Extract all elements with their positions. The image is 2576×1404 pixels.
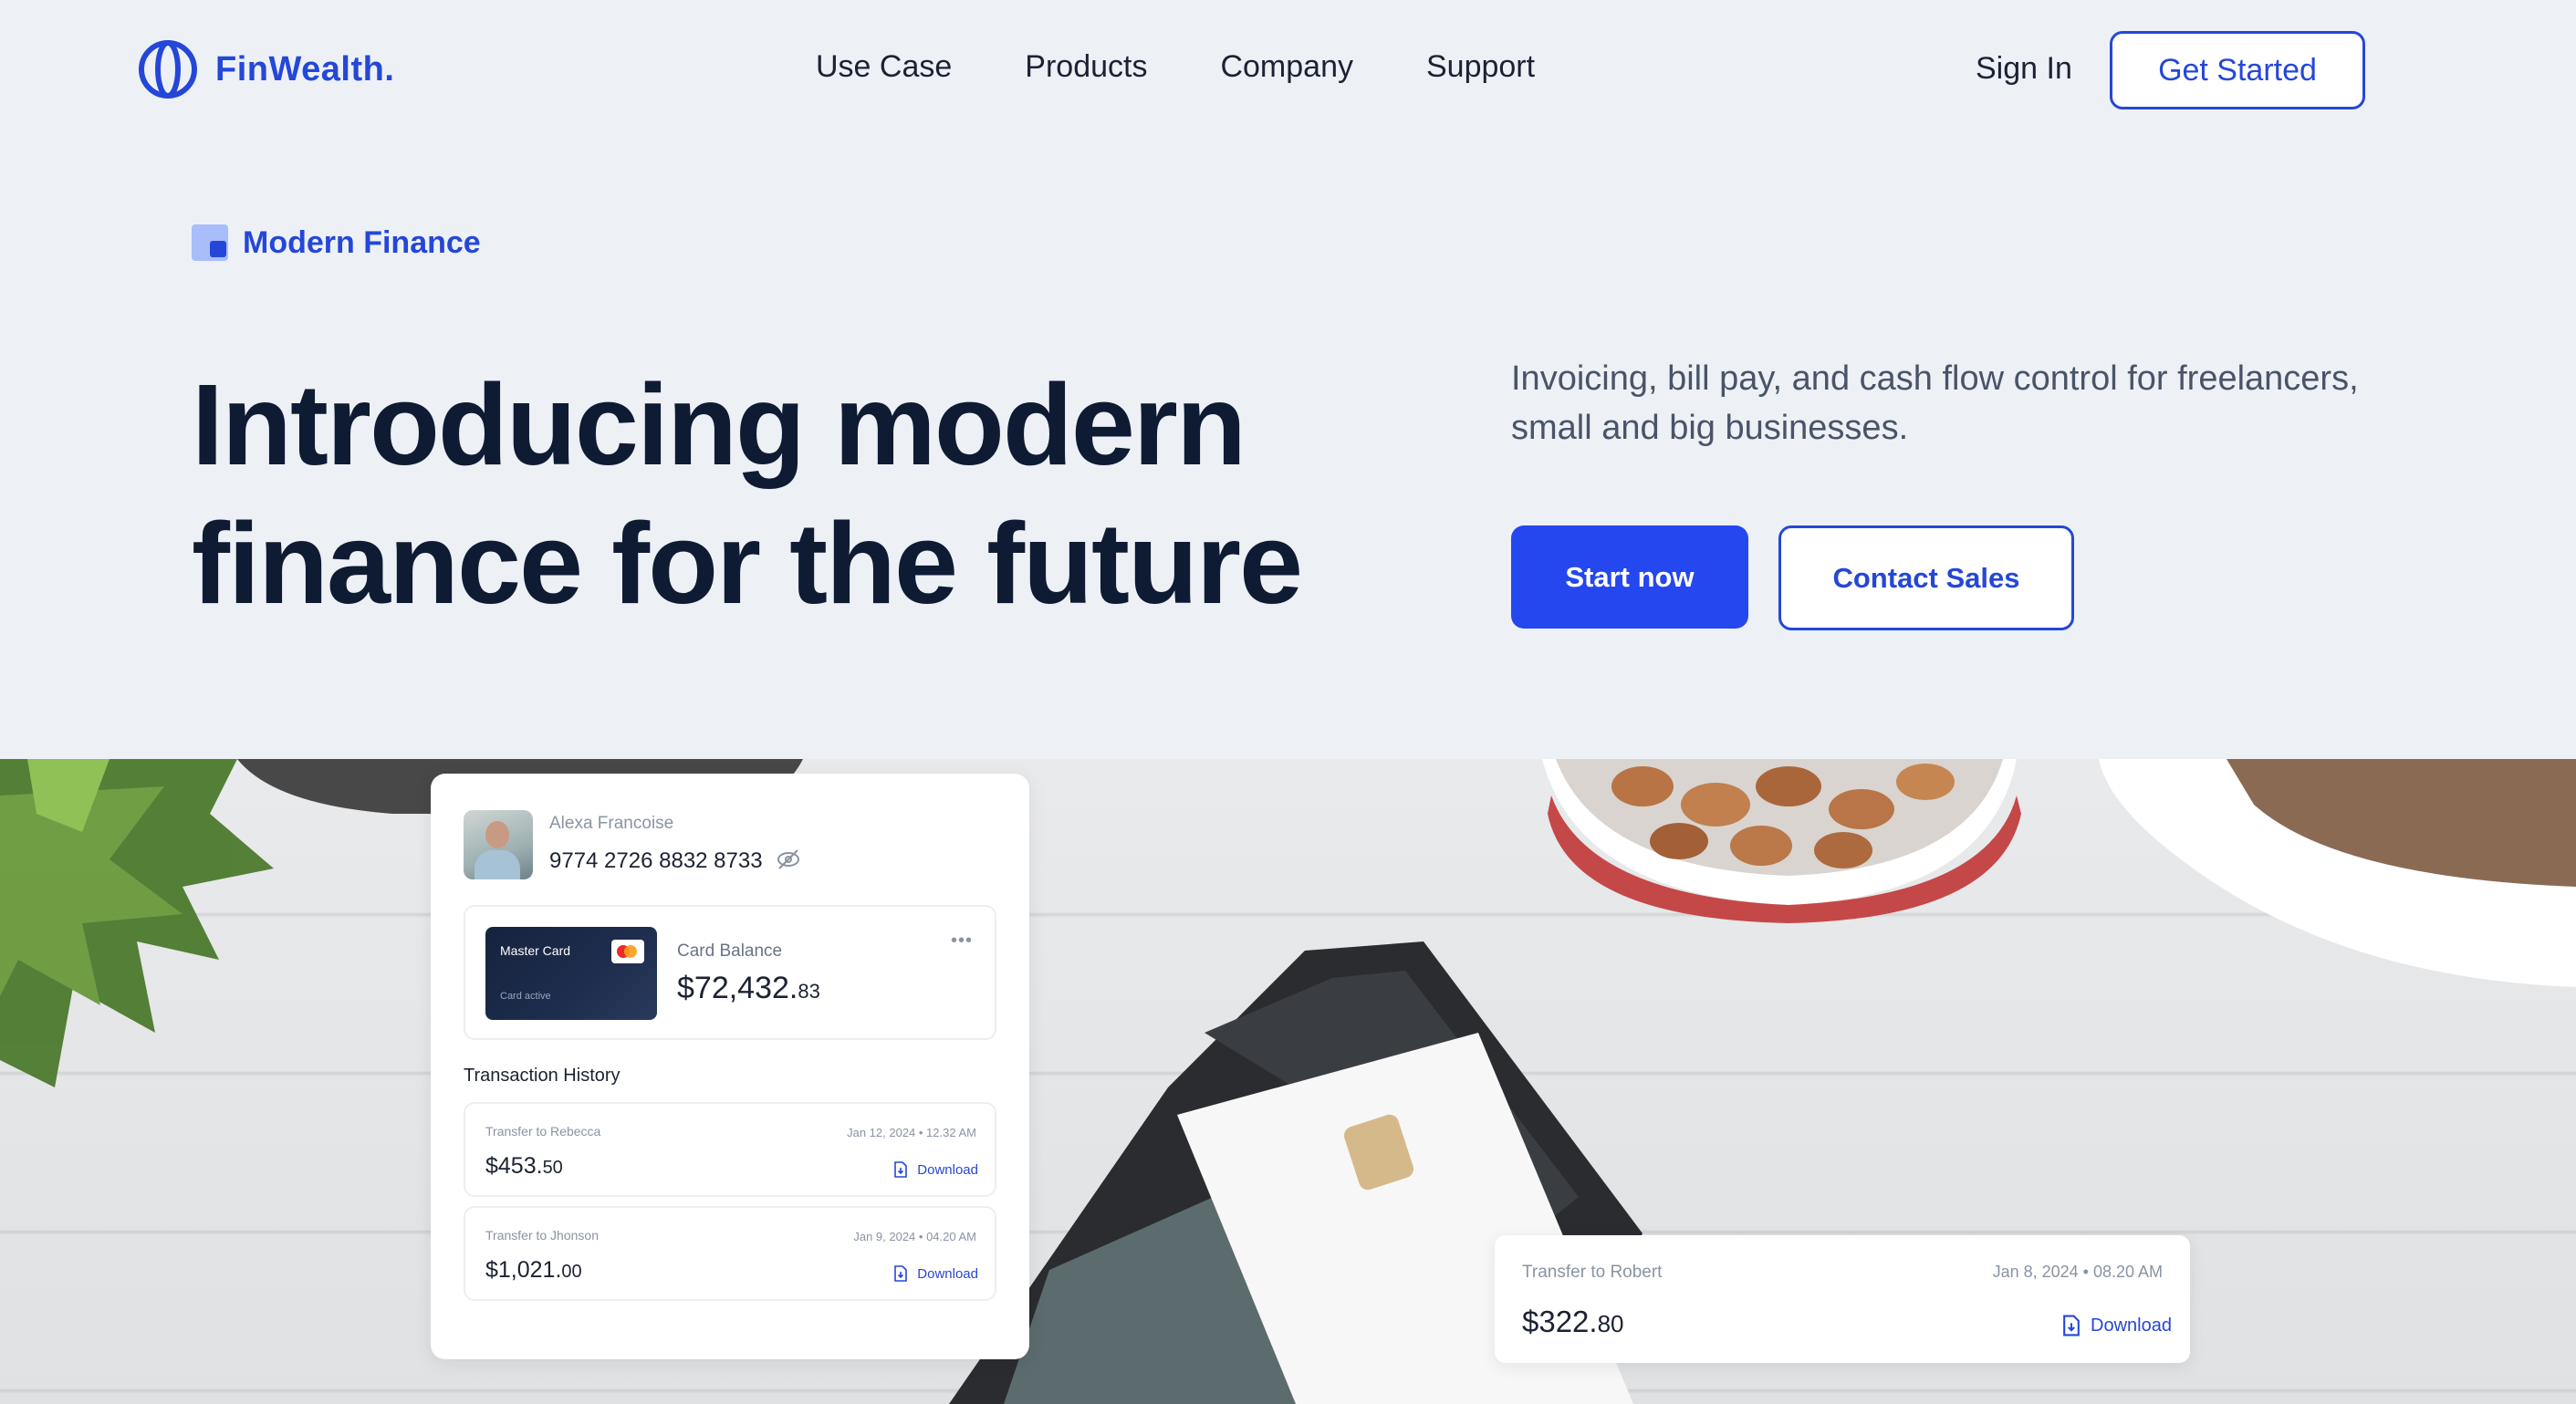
hero-tag: Modern Finance (192, 224, 481, 261)
transaction-history-title: Transaction History (464, 1066, 621, 1086)
download-link[interactable]: Download (892, 1160, 978, 1179)
get-started-button[interactable]: Get Started (2110, 31, 2365, 109)
balance-main: $72,432. (677, 971, 798, 1005)
main-nav: Use Case Products Company Support (816, 49, 1608, 85)
balance-value: $72,432.83 (677, 971, 820, 1006)
account-card: Alexa Francoise 9774 2726 8832 8733 Mast… (431, 774, 1029, 1359)
transaction-label: Transfer to Robert (1522, 1263, 1663, 1282)
logo-icon (139, 40, 197, 99)
download-file-icon (894, 1161, 908, 1178)
brand-name: FinWealth. (215, 49, 395, 88)
balance-box: Master Card Card active Card Balance $72… (464, 905, 996, 1040)
nav-item-company[interactable]: Company (1220, 49, 1353, 85)
transaction-date: Jan 8, 2024 • 08.20 AM (1992, 1263, 2163, 1281)
transaction-row: Transfer to Rebecca Jan 12, 2024 • 12.32… (464, 1102, 996, 1197)
balance-cents: 83 (798, 980, 820, 1003)
download-label: Download (917, 1161, 978, 1178)
nav-item-use-case[interactable]: Use Case (816, 49, 952, 85)
account-card-number: 9774 2726 8832 8733 (549, 848, 763, 873)
more-options-icon[interactable]: ••• (951, 931, 973, 952)
floating-transaction-card: Transfer to Robert Jan 8, 2024 • 08.20 A… (1495, 1235, 2190, 1363)
download-file-icon (894, 1265, 908, 1282)
sign-in-link[interactable]: Sign In (1976, 51, 2072, 87)
plate-shape (2099, 759, 2576, 987)
transaction-amount: $322.80 (1522, 1305, 1624, 1339)
hero-tag-label: Modern Finance (243, 224, 481, 260)
plant-shape (0, 759, 274, 1087)
hero-subtext: Invoicing, bill pay, and cash flow contr… (1511, 359, 2359, 447)
transaction-date: Jan 9, 2024 • 04.20 AM (853, 1230, 976, 1243)
tag-square-icon (192, 224, 228, 261)
mini-card-status: Card active (500, 991, 551, 1002)
download-label: Download (2091, 1315, 2172, 1336)
download-label: Download (917, 1265, 978, 1282)
start-now-button[interactable]: Start now (1511, 525, 1748, 629)
eye-off-icon[interactable] (776, 847, 801, 872)
transaction-amount-cents: 80 (1597, 1310, 1624, 1337)
nav-item-support[interactable]: Support (1426, 49, 1535, 85)
hero-headline: Introducing modern finance for the futur… (192, 356, 1469, 633)
mastercard-card[interactable]: Master Card Card active (485, 927, 657, 1020)
avatar (464, 810, 533, 879)
transaction-row: Transfer to Jhonson Jan 9, 2024 • 04.20 … (464, 1206, 996, 1301)
contact-sales-button[interactable]: Contact Sales (1778, 525, 2074, 630)
transaction-amount: $1,021.00 (485, 1257, 582, 1284)
landing-page: FinWealth. Use Case Products Company Sup… (0, 0, 2576, 1404)
almond-bowl-shape (1542, 759, 2021, 923)
brand-logo[interactable]: FinWealth. (139, 40, 394, 99)
transaction-amount-cents: 50 (542, 1158, 563, 1178)
account-user-name: Alexa Francoise (549, 814, 674, 833)
transaction-amount-main: $322. (1522, 1305, 1598, 1338)
transaction-amount-main: $453. (485, 1153, 543, 1179)
nav-item-products[interactable]: Products (1025, 49, 1147, 85)
transaction-amount: $453.50 (485, 1153, 563, 1180)
download-link[interactable]: Download (2060, 1314, 2172, 1337)
balance-label: Card Balance (677, 941, 783, 961)
transaction-amount-main: $1,021. (485, 1257, 562, 1283)
transaction-label: Transfer to Jhonson (485, 1228, 599, 1243)
headline-line-1: Introducing modern (192, 360, 1246, 489)
transaction-amount-cents: 00 (561, 1262, 582, 1282)
transaction-date: Jan 12, 2024 • 12.32 AM (847, 1126, 976, 1139)
download-file-icon (2063, 1315, 2080, 1336)
mini-card-title: Master Card (500, 943, 571, 958)
download-link[interactable]: Download (892, 1264, 978, 1283)
mastercard-logo-icon (611, 940, 644, 963)
transaction-label: Transfer to Rebecca (485, 1124, 601, 1139)
headline-line-2: finance for the future (192, 499, 1303, 628)
